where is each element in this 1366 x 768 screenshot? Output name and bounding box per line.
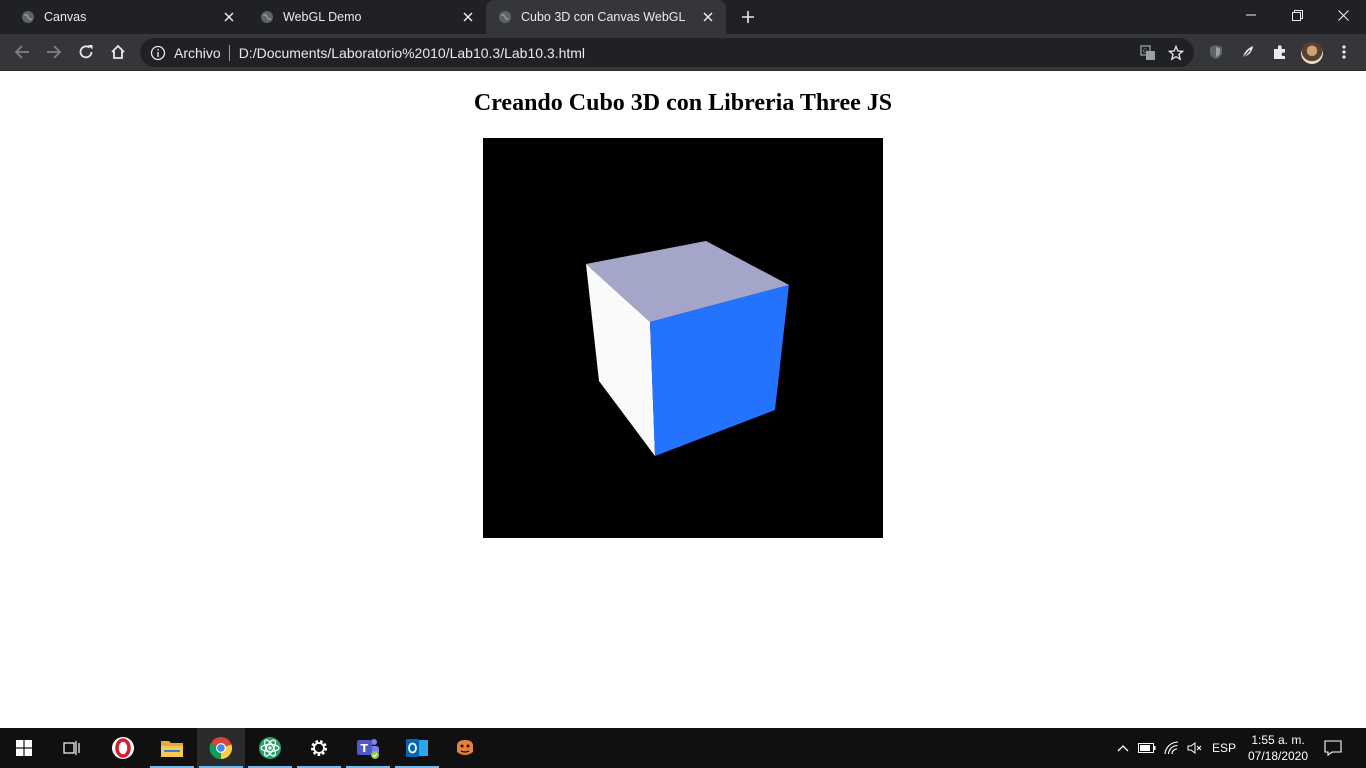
notifications-icon[interactable] bbox=[1318, 728, 1348, 768]
omnibox-divider bbox=[228, 44, 230, 61]
windows-taskbar: T ESP 1:55 a. m. 07/18/2020 bbox=[0, 728, 1366, 768]
clock[interactable]: 1:55 a. m. 07/18/2020 bbox=[1240, 732, 1316, 764]
browser-toolbar: Archivo D:/Documents/Laboratorio%2010/La… bbox=[0, 34, 1366, 71]
atom-icon[interactable] bbox=[246, 728, 294, 768]
page-title: Creando Cubo 3D con Libreria Three JS bbox=[473, 90, 893, 116]
close-window-button[interactable] bbox=[1320, 0, 1366, 30]
address-bar[interactable]: Archivo D:/Documents/Laboratorio%2010/La… bbox=[140, 38, 1194, 67]
minimize-button[interactable] bbox=[1228, 0, 1274, 30]
wifi-icon[interactable] bbox=[1160, 728, 1184, 768]
globe-icon bbox=[498, 10, 512, 24]
language-indicator[interactable]: ESP bbox=[1208, 728, 1240, 768]
translate-icon[interactable]: G bbox=[1138, 43, 1158, 63]
tab-strip: Canvas WebGL Demo Cubo 3D con Canvas Web… bbox=[0, 0, 1366, 34]
task-view-icon[interactable] bbox=[48, 728, 96, 768]
new-tab-button[interactable] bbox=[738, 7, 758, 27]
speaker-muted-icon[interactable] bbox=[1184, 728, 1206, 768]
svg-text:T: T bbox=[361, 742, 369, 755]
arrow-left-icon[interactable] bbox=[10, 40, 34, 64]
teams-icon[interactable]: T bbox=[344, 728, 392, 768]
close-tab-icon[interactable] bbox=[221, 9, 237, 25]
tab-cubo-3d[interactable]: Cubo 3D con Canvas WebGL bbox=[486, 0, 726, 34]
tab-title: Canvas bbox=[44, 10, 87, 24]
feather-icon[interactable] bbox=[1236, 40, 1260, 64]
shield-icon[interactable] bbox=[1204, 40, 1228, 64]
chrome-icon[interactable] bbox=[197, 728, 245, 768]
puzzle-icon[interactable] bbox=[1268, 40, 1292, 64]
close-tab-icon[interactable] bbox=[700, 9, 716, 25]
file-explorer-icon[interactable] bbox=[148, 728, 196, 768]
globe-icon bbox=[21, 10, 35, 24]
cube-render bbox=[586, 241, 789, 456]
windows-start-icon[interactable] bbox=[0, 728, 48, 768]
close-tab-icon[interactable] bbox=[460, 9, 476, 25]
profile-avatar[interactable] bbox=[1301, 42, 1323, 64]
svg-text:G: G bbox=[1143, 48, 1148, 55]
outlook-icon[interactable] bbox=[393, 728, 441, 768]
url-text[interactable]: D:/Documents/Laboratorio%2010/Lab10.3/La… bbox=[239, 45, 1138, 61]
kebab-menu-icon[interactable] bbox=[1332, 40, 1356, 64]
globe-icon bbox=[260, 10, 274, 24]
tab-webgl-demo[interactable]: WebGL Demo bbox=[239, 0, 486, 34]
star-icon[interactable] bbox=[1166, 43, 1186, 63]
scheme-label: Archivo bbox=[174, 44, 221, 61]
settings-icon[interactable] bbox=[295, 728, 343, 768]
tab-title: WebGL Demo bbox=[283, 10, 362, 24]
opera-icon[interactable] bbox=[99, 728, 147, 768]
restore-button[interactable] bbox=[1274, 0, 1320, 30]
battery-icon[interactable] bbox=[1136, 728, 1158, 768]
tab-title: Cubo 3D con Canvas WebGL bbox=[521, 10, 686, 24]
game-icon[interactable] bbox=[441, 728, 489, 768]
reload-icon[interactable] bbox=[74, 40, 98, 64]
clock-time: 1:55 a. m. bbox=[1251, 733, 1305, 747]
home-icon[interactable] bbox=[106, 40, 130, 64]
arrow-right-icon[interactable] bbox=[42, 40, 66, 64]
clock-date: 07/18/2020 bbox=[1247, 749, 1309, 763]
info-icon[interactable] bbox=[150, 45, 166, 61]
chevron-up-icon[interactable] bbox=[1112, 728, 1134, 768]
tab-canvas[interactable]: Canvas bbox=[0, 0, 247, 34]
webgl-canvas[interactable] bbox=[483, 138, 883, 538]
